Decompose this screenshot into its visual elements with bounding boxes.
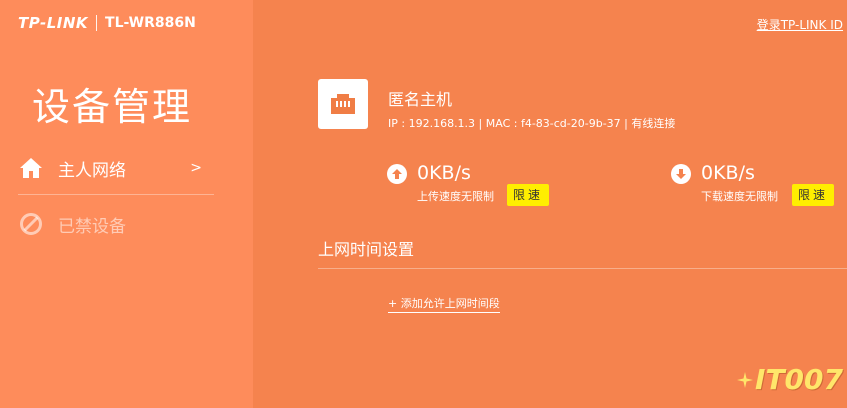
sidebar: TP-LINK TL-WR886N 设备管理 主人网络 > 已禁设备: [0, 0, 253, 408]
upload-speed: 0KB/s 上传速度无限制 限速: [387, 162, 587, 212]
home-icon: [18, 155, 44, 181]
add-schedule-link[interactable]: + 添加允许上网时间段: [388, 295, 500, 313]
watermark: IT007: [737, 363, 843, 396]
model-name: TL-WR886N: [105, 15, 196, 31]
arrow-up-icon: [387, 164, 407, 184]
brand-logo: TP-LINK: [18, 14, 89, 32]
upload-speed-status: 上传速度无限制: [417, 190, 494, 203]
download-speed: 0KB/s 下载速度无限制 限速: [671, 162, 847, 212]
upload-limit-button[interactable]: 限速: [507, 184, 550, 206]
sidebar-item-label: 已禁设备: [58, 216, 126, 237]
sidebar-item-owner-network[interactable]: 主人网络 >: [18, 142, 214, 195]
sidebar-item-blocked-devices[interactable]: 已禁设备: [18, 198, 214, 250]
sidebar-item-label: 主人网络: [58, 160, 126, 181]
device-name: 匿名主机: [388, 90, 453, 109]
sidebar-title: 设备管理: [32, 85, 193, 129]
schedule-section-title: 上网时间设置: [318, 240, 415, 259]
ethernet-port-icon: [318, 79, 368, 129]
logo: TP-LINK TL-WR886N: [18, 12, 196, 34]
watermark-text: IT007: [755, 363, 843, 396]
blocked-icon: [18, 211, 44, 237]
sparkle-icon: [737, 371, 754, 388]
login-tplink-id-link[interactable]: 登录TP-LINK ID: [757, 16, 843, 33]
arrow-down-icon: [671, 164, 691, 184]
device-info: IP : 192.168.1.3 | MAC : f4-83-cd-20-9b-…: [388, 117, 676, 130]
chevron-right-icon: >: [190, 160, 202, 176]
logo-separator: [96, 15, 98, 31]
section-divider: [318, 268, 847, 269]
upload-speed-value: 0KB/s: [417, 162, 471, 184]
download-limit-button[interactable]: 限速: [792, 184, 835, 206]
download-speed-value: 0KB/s: [701, 162, 755, 184]
download-speed-status: 下载速度无限制: [701, 190, 778, 203]
